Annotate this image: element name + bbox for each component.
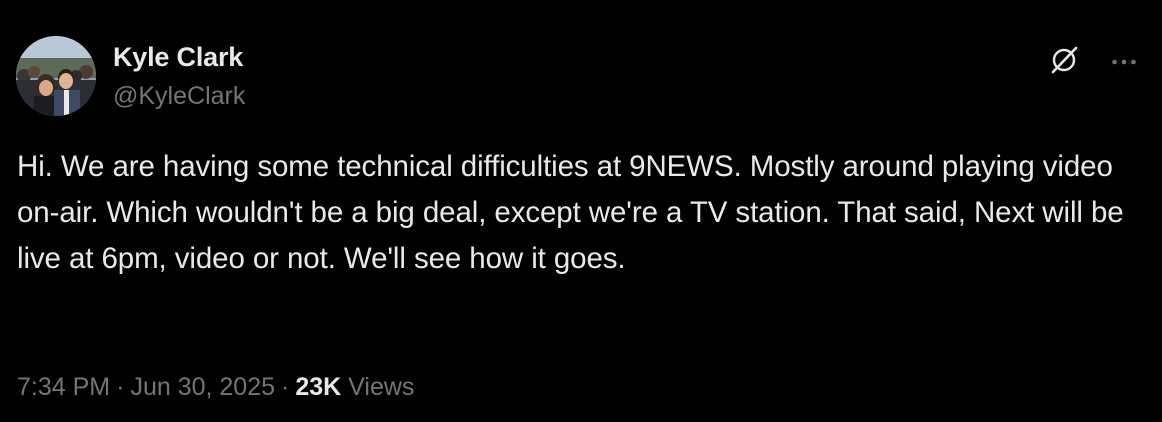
views-label: Views [348,373,415,401]
views-count[interactable]: 23K [295,373,341,401]
tweet-header: Kyle Clark @KyleClark [16,36,1146,118]
tweet-meta: 7:34 PM · Jun 30, 2025 · 23K Views [17,370,414,404]
tweet-date[interactable]: Jun 30, 2025 [130,373,275,401]
display-name[interactable]: Kyle Clark [113,40,245,74]
grok-icon [1047,43,1081,82]
meta-separator: · [281,373,290,401]
more-button[interactable] [1104,42,1144,82]
user-handle[interactable]: @KyleClark [113,79,245,113]
grok-button[interactable] [1044,42,1084,82]
avatar[interactable] [16,36,96,116]
tweet-time[interactable]: 7:34 PM [17,373,110,401]
meta-separator: · [116,373,125,401]
author-names: Kyle Clark @KyleClark [113,40,245,113]
more-icon [1111,53,1137,71]
tweet-text: Hi. We are having some technical difficu… [17,150,1124,275]
tweet: Kyle Clark @KyleClark Hi. We are having … [0,0,1162,422]
